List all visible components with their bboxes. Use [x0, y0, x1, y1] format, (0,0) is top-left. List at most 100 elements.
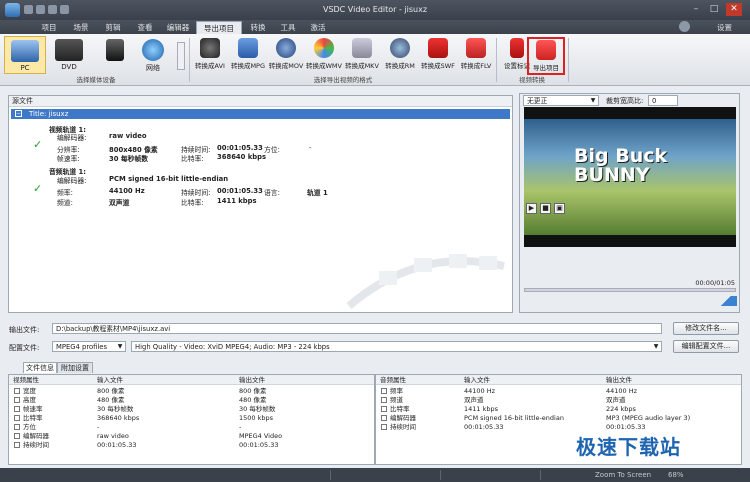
- source-header: 源文件: [9, 96, 512, 107]
- row-icon: [381, 388, 387, 394]
- profile-label: 配置文件:: [9, 344, 40, 352]
- checkmark-icon: ✓: [33, 182, 43, 195]
- tab-project[interactable]: 项目: [34, 21, 64, 34]
- quality-select[interactable]: High Quality - Video: XviD MPEG4; Audio:…: [131, 341, 662, 352]
- tab-edit[interactable]: 剪辑: [98, 21, 128, 34]
- divider: [496, 38, 497, 82]
- maximize-button[interactable]: □: [706, 3, 722, 16]
- monitor-icon: [11, 40, 39, 62]
- play-button[interactable]: ▶: [526, 203, 537, 214]
- convert-mpg-button[interactable]: 转换成MPG: [229, 37, 267, 75]
- zoom-to-screen[interactable]: Zoom To Screen: [595, 471, 651, 479]
- collapse-icon[interactable]: −: [15, 110, 22, 117]
- device-mobile-button[interactable]: [94, 36, 136, 74]
- menu-bar: 项目 场景 剪辑 查看 编辑器 导出项目 转换 工具 激活 设置: [0, 20, 750, 34]
- output-path-field[interactable]: D:\backup\教程素材\MP4\jisuxz.avi: [52, 323, 662, 334]
- seek-bar[interactable]: [524, 288, 736, 292]
- table-header: [9, 375, 374, 385]
- convert-flv-button[interactable]: 转换成FLV: [457, 37, 495, 75]
- convert-mkv-button[interactable]: 转换成MKV: [343, 37, 381, 75]
- table-row: 编解码器: [23, 432, 49, 440]
- device-scroll-arrows[interactable]: [177, 42, 185, 70]
- convert-avi-button[interactable]: 转换成AVI: [191, 37, 229, 75]
- action-group-label: 视频转换: [519, 76, 545, 84]
- profile-select[interactable]: MPEG4 profiles ▼: [52, 341, 126, 352]
- flag-icon: [510, 38, 524, 58]
- tab-activate[interactable]: 激活: [304, 21, 332, 34]
- minimize-button[interactable]: –: [688, 3, 704, 16]
- watermark-logo: 极速下载站: [576, 435, 681, 459]
- table-row: 比特率: [23, 414, 43, 422]
- crop-label: 裁剪宽高比:: [606, 97, 644, 105]
- row-icon: [381, 397, 387, 403]
- stop-button[interactable]: ■: [540, 203, 551, 214]
- volume-icon[interactable]: [715, 296, 737, 306]
- video-preview[interactable]: Big Buck BUNNY: [524, 107, 736, 247]
- film-reel-icon: [200, 38, 220, 58]
- dvd-player-icon: [55, 39, 83, 61]
- row-icon: [14, 415, 20, 421]
- gear-icon[interactable]: [679, 21, 690, 32]
- tab-scene[interactable]: 场景: [66, 21, 96, 34]
- tab-extra-settings[interactable]: 附加设置: [57, 362, 93, 373]
- tab-file-info[interactable]: 文件信息: [23, 362, 57, 373]
- chevron-down-icon: ▼: [590, 97, 596, 104]
- tab-convert[interactable]: 转换: [244, 21, 272, 34]
- phone-icon: [106, 39, 124, 61]
- row-icon: [381, 415, 387, 421]
- status-bar: Zoom To Screen 68%: [0, 468, 750, 482]
- tab-tools[interactable]: 工具: [274, 21, 302, 34]
- device-pc-button[interactable]: PC: [4, 36, 46, 74]
- convert-swf-button[interactable]: 转换成SWF: [419, 37, 457, 75]
- table-row: 持续时间: [390, 423, 416, 431]
- window-title: VSDC Video Editor - jisuxz: [322, 5, 428, 14]
- device-dvd-button[interactable]: DVD: [48, 36, 90, 74]
- chevron-down-icon: ▼: [653, 343, 659, 350]
- film-strip-decoration: [346, 254, 505, 310]
- export-project-button[interactable]: 导出项目: [527, 37, 565, 75]
- row-icon: [381, 406, 387, 412]
- row-icon: [14, 433, 20, 439]
- table-row: 帧速率: [23, 405, 43, 413]
- correction-select[interactable]: 无更正 ▼: [523, 95, 599, 106]
- flash-icon: [428, 38, 448, 58]
- table-row: 频道: [390, 396, 403, 404]
- realmedia-icon: [390, 38, 410, 58]
- table-row: 编解码器: [390, 414, 416, 422]
- device-group-label: 选择媒体设备: [76, 76, 116, 84]
- zoom-percent: 68%: [668, 471, 684, 479]
- row-icon: [14, 388, 20, 394]
- crop-input[interactable]: 0: [648, 95, 678, 106]
- table-header: [376, 375, 741, 385]
- settings-link[interactable]: 设置: [717, 21, 732, 34]
- tab-view[interactable]: 查看: [130, 21, 160, 34]
- table-row: 宽度: [23, 387, 36, 395]
- table-row: 频率: [390, 387, 403, 395]
- table-row: 持续时间: [23, 441, 49, 449]
- tab-export[interactable]: 导出项目: [196, 21, 242, 34]
- source-panel: 源文件 − Title: jisuxz 视频轨道 1: ✓ 编解码器: raw …: [8, 95, 513, 313]
- convert-wmv-button[interactable]: 转换成WMV: [305, 37, 343, 75]
- video-title-overlay: Big Buck BUNNY: [574, 145, 668, 186]
- quicktime-icon: [276, 38, 296, 58]
- export-icon: [536, 40, 556, 60]
- mpg-icon: [238, 38, 258, 58]
- flv-icon: [466, 38, 486, 58]
- title-item[interactable]: − Title: jisuxz: [11, 109, 510, 119]
- title-bar: VSDC Video Editor - jisuxz – □ ✕: [0, 0, 750, 20]
- close-button[interactable]: ✕: [726, 3, 742, 16]
- tab-editor[interactable]: 编辑器: [162, 21, 194, 34]
- convert-rm-button[interactable]: 转换成RM: [381, 37, 419, 75]
- format-group-label: 选择导出视频的格式: [313, 76, 373, 84]
- convert-mov-button[interactable]: 转换成MOV: [267, 37, 305, 75]
- device-web-button[interactable]: 网络: [132, 36, 174, 74]
- table-row: 高度: [23, 396, 36, 404]
- chevron-down-icon: ▼: [117, 343, 123, 350]
- change-filename-button[interactable]: 修改文件名...: [673, 322, 739, 335]
- preview-panel: 无更正 ▼ 裁剪宽高比: 0 Big Buck BUNNY 00:00/01:05: [519, 93, 740, 313]
- row-icon: [14, 424, 20, 430]
- divider: [189, 38, 190, 82]
- edit-profile-button[interactable]: 编辑配置文件...: [673, 340, 739, 353]
- table-row: 比特率: [390, 405, 410, 413]
- fullscreen-button[interactable]: ▣: [554, 203, 565, 214]
